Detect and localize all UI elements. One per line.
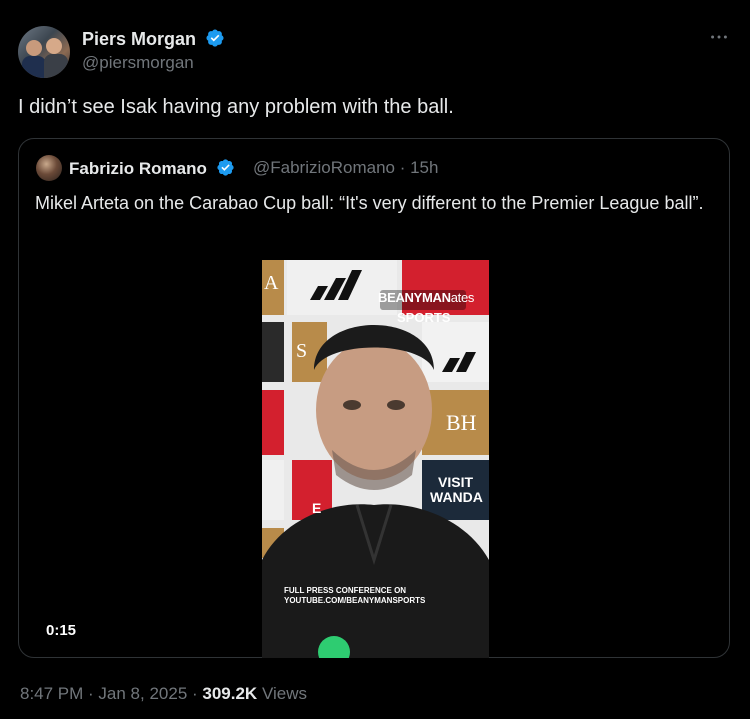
board-text-s: S [296,340,308,362]
board-text-a: A [264,272,279,294]
board-text-visit: VISIT [438,474,474,490]
more-dots-icon [711,35,727,39]
board-text-ates: ates [450,290,475,305]
views-label: Views [257,684,307,703]
video-player[interactable]: BEANYMANates SPORTS A S BH E VISIT WANDA… [262,260,489,658]
video-duration: 0:15 [46,622,77,639]
tweet-timestamp[interactable]: 8:47 PM · Jan 8, 2025 · [20,684,202,703]
board-text-bh: BH [446,410,477,435]
video-caption-2: YOUTUBE.COM/BEANYMANSPORTS [284,596,426,605]
quoted-text: Mikel Arteta on the Carabao Cup ball: “I… [35,193,704,213]
board-text-wanda: WANDA [430,489,483,505]
video-brand-1: BEANYMAN [378,290,451,305]
quoted-author-name-row[interactable]: Fabrizio Romano [69,158,235,179]
author-handle[interactable]: @piersmorgan [82,53,194,73]
video-brand-2: SPORTS [397,310,451,325]
verified-badge-icon [217,159,234,176]
more-horizontal-icon[interactable] [708,26,730,53]
tweet-text: I didn’t see Isak having any problem wit… [18,96,454,118]
author-name-row[interactable]: Piers Morgan [82,28,225,50]
quoted-author-avatar[interactable] [36,155,62,181]
author-name[interactable]: Piers Morgan [82,29,196,49]
tweet-footer: 8:47 PM · Jan 8, 2025 · 309.2K Views [20,684,307,704]
quoted-author-name[interactable]: Fabrizio Romano [69,159,207,178]
video-caption-1: FULL PRESS CONFERENCE ON [284,586,407,595]
board-text-e: E [312,500,322,516]
quoted-handle-time[interactable]: @FabrizioRomano · 15h [253,158,438,178]
verified-badge-icon [206,29,224,47]
author-avatar[interactable] [18,26,70,78]
views-count: 309.2K [202,684,258,703]
